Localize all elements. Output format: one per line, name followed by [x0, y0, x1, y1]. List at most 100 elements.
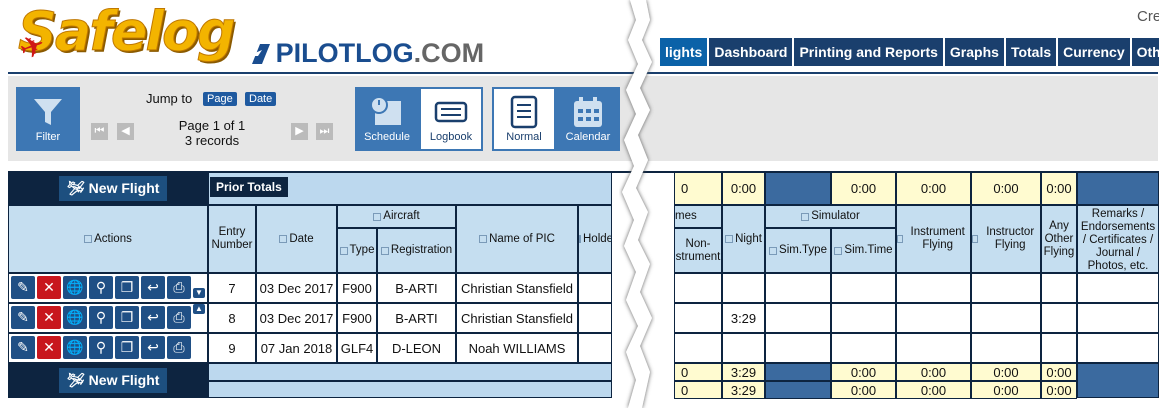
header-actions[interactable]: Actions	[8, 205, 208, 273]
header-registration[interactable]: Registration	[377, 228, 456, 273]
prior-instructor: 0:00	[971, 172, 1041, 205]
header-sim-type[interactable]: Sim.Type	[765, 228, 831, 273]
delete-icon[interactable]: ✕	[37, 336, 61, 359]
header-aircraft[interactable]: Aircraft	[337, 205, 456, 228]
calendar-view-button[interactable]: Calendar	[556, 87, 620, 151]
list-icon	[510, 95, 538, 129]
edit-icon[interactable]: ✎	[11, 336, 35, 359]
type-cell: F900	[337, 303, 377, 333]
jump-to-label: Jump to	[146, 91, 193, 106]
filter-label: Filter	[35, 131, 61, 143]
schedule-button[interactable]: Schedule	[355, 87, 419, 151]
tab-other[interactable]: Other t	[1131, 38, 1159, 66]
print-icon[interactable]: ⎙	[167, 306, 191, 329]
header-holder-capacity[interactable]: Holder Operating Capacity	[578, 205, 612, 273]
total-remarks	[1077, 363, 1159, 398]
normal-view-button[interactable]: Normal	[492, 87, 556, 151]
header-entry-number[interactable]: Entry Number	[208, 205, 256, 273]
registration-cell: B-ARTI	[377, 303, 456, 333]
total-col-a: 0	[674, 381, 722, 399]
instructor-cell	[971, 333, 1041, 363]
header-instrument-flying[interactable]: Instrument Flying	[896, 205, 971, 273]
return-flight-icon[interactable]: ↩	[141, 306, 165, 329]
header-other-label: Any Other Flying	[1043, 219, 1075, 258]
header-remarks-label: Remarks / Endorsements / Certificates / …	[1080, 208, 1156, 272]
jump-page-button[interactable]: Page	[203, 92, 237, 106]
tab-dashboard[interactable]: Dashboard	[709, 38, 793, 66]
move-up-icon[interactable]: ▲	[193, 304, 205, 314]
tab-totals[interactable]: Totals	[1005, 38, 1057, 66]
first-page-icon[interactable]: ⏮	[91, 123, 108, 140]
header-instructor-flying[interactable]: Instructor Flying	[971, 205, 1041, 273]
header-non-instrument[interactable]: Non- strument	[674, 228, 722, 273]
print-icon[interactable]: ⎙	[167, 336, 191, 359]
pilotlog-tld-text: .COM	[413, 38, 485, 68]
total-sim-type	[765, 363, 831, 381]
header-instrument-label: Instrument Flying	[910, 226, 965, 251]
instrument-cell	[896, 303, 971, 333]
tab-graphs[interactable]: Graphs	[944, 38, 1004, 66]
next-page-icon[interactable]: ▶	[291, 123, 308, 140]
pilotlog-logo[interactable]: PILOTLOG.COM	[248, 38, 484, 69]
registration-cell: D-LEON	[377, 333, 456, 363]
header-type[interactable]: Type	[337, 228, 377, 273]
edit-icon[interactable]: ✎	[11, 306, 35, 329]
copy-icon[interactable]: ❐	[115, 306, 139, 329]
new-flight-button-top[interactable]: 🛩 New Flight	[58, 175, 169, 202]
totals-row-2-label	[208, 381, 612, 398]
paper-plane-icon: 🛩	[67, 372, 85, 388]
header-sim-time[interactable]: Sim.Time	[831, 228, 896, 273]
header-times-label: mes	[675, 210, 697, 222]
delete-icon[interactable]: ✕	[37, 306, 61, 329]
sort-toggle-icon	[972, 235, 979, 243]
entry-number-cell: 9	[208, 333, 256, 363]
return-flight-icon[interactable]: ↩	[141, 336, 165, 359]
header-any-other-flying[interactable]: Any Other Flying	[1041, 205, 1077, 273]
non-instrument-cell	[674, 273, 722, 303]
filter-button[interactable]: Filter	[16, 87, 80, 151]
copy-icon[interactable]: ❐	[115, 276, 139, 299]
logbook-button[interactable]: Logbook	[419, 87, 483, 151]
header-name-of-pic[interactable]: Name of PIC	[456, 205, 578, 273]
map-pin-icon[interactable]: ⚲	[89, 336, 113, 359]
instructor-cell	[971, 303, 1041, 333]
header-remarks[interactable]: Remarks / Endorsements / Certificates / …	[1077, 205, 1159, 273]
header-date[interactable]: Date	[256, 205, 337, 273]
globe-icon[interactable]: 🌐	[63, 336, 87, 359]
tab-currency[interactable]: Currency	[1058, 38, 1130, 66]
header-night[interactable]: Night	[722, 205, 765, 273]
edit-icon[interactable]: ✎	[11, 276, 35, 299]
sort-toggle-icon	[380, 246, 389, 255]
entry-number-cell: 7	[208, 273, 256, 303]
pilotlog-mark-icon	[248, 43, 270, 64]
map-pin-icon[interactable]: ⚲	[89, 306, 113, 329]
other-flying-cell	[1041, 273, 1077, 303]
tab-printing-reports[interactable]: Printing and Reports	[794, 38, 943, 66]
move-down-icon[interactable]: ▼	[193, 288, 205, 298]
last-page-icon[interactable]: ⏭	[316, 123, 333, 140]
nav-divider	[8, 72, 1158, 74]
delete-icon[interactable]: ✕	[37, 276, 61, 299]
globe-icon[interactable]: 🌐	[63, 276, 87, 299]
copy-icon[interactable]: ❐	[115, 336, 139, 359]
total-night: 3:29	[722, 381, 765, 399]
map-pin-icon[interactable]: ⚲	[89, 276, 113, 299]
sort-toggle-icon	[479, 235, 488, 243]
sim-type-cell	[765, 333, 831, 363]
return-flight-icon[interactable]: ↩	[141, 276, 165, 299]
jump-date-button[interactable]: Date	[245, 92, 277, 106]
new-flight-label: New Flight	[88, 372, 160, 388]
header-instructor-label: Instructor Flying	[986, 226, 1035, 251]
sim-type-cell	[765, 303, 831, 333]
header-times[interactable]: mes	[674, 205, 722, 228]
safelog-logo[interactable]: Safelog	[18, 1, 237, 62]
prior-totals-label: Prior Totals	[210, 177, 288, 197]
main-nav: lights Dashboard Printing and Reports Gr…	[660, 38, 1159, 68]
header-simulator[interactable]: Simulator	[765, 205, 896, 228]
new-flight-button-bottom[interactable]: 🛩 New Flight	[58, 367, 169, 394]
prev-page-icon[interactable]: ◀	[117, 123, 134, 140]
print-icon[interactable]: ⎙	[167, 276, 191, 299]
globe-icon[interactable]: 🌐	[63, 306, 87, 329]
header-actions-label: Actions	[94, 232, 132, 245]
sim-type-cell	[765, 273, 831, 303]
